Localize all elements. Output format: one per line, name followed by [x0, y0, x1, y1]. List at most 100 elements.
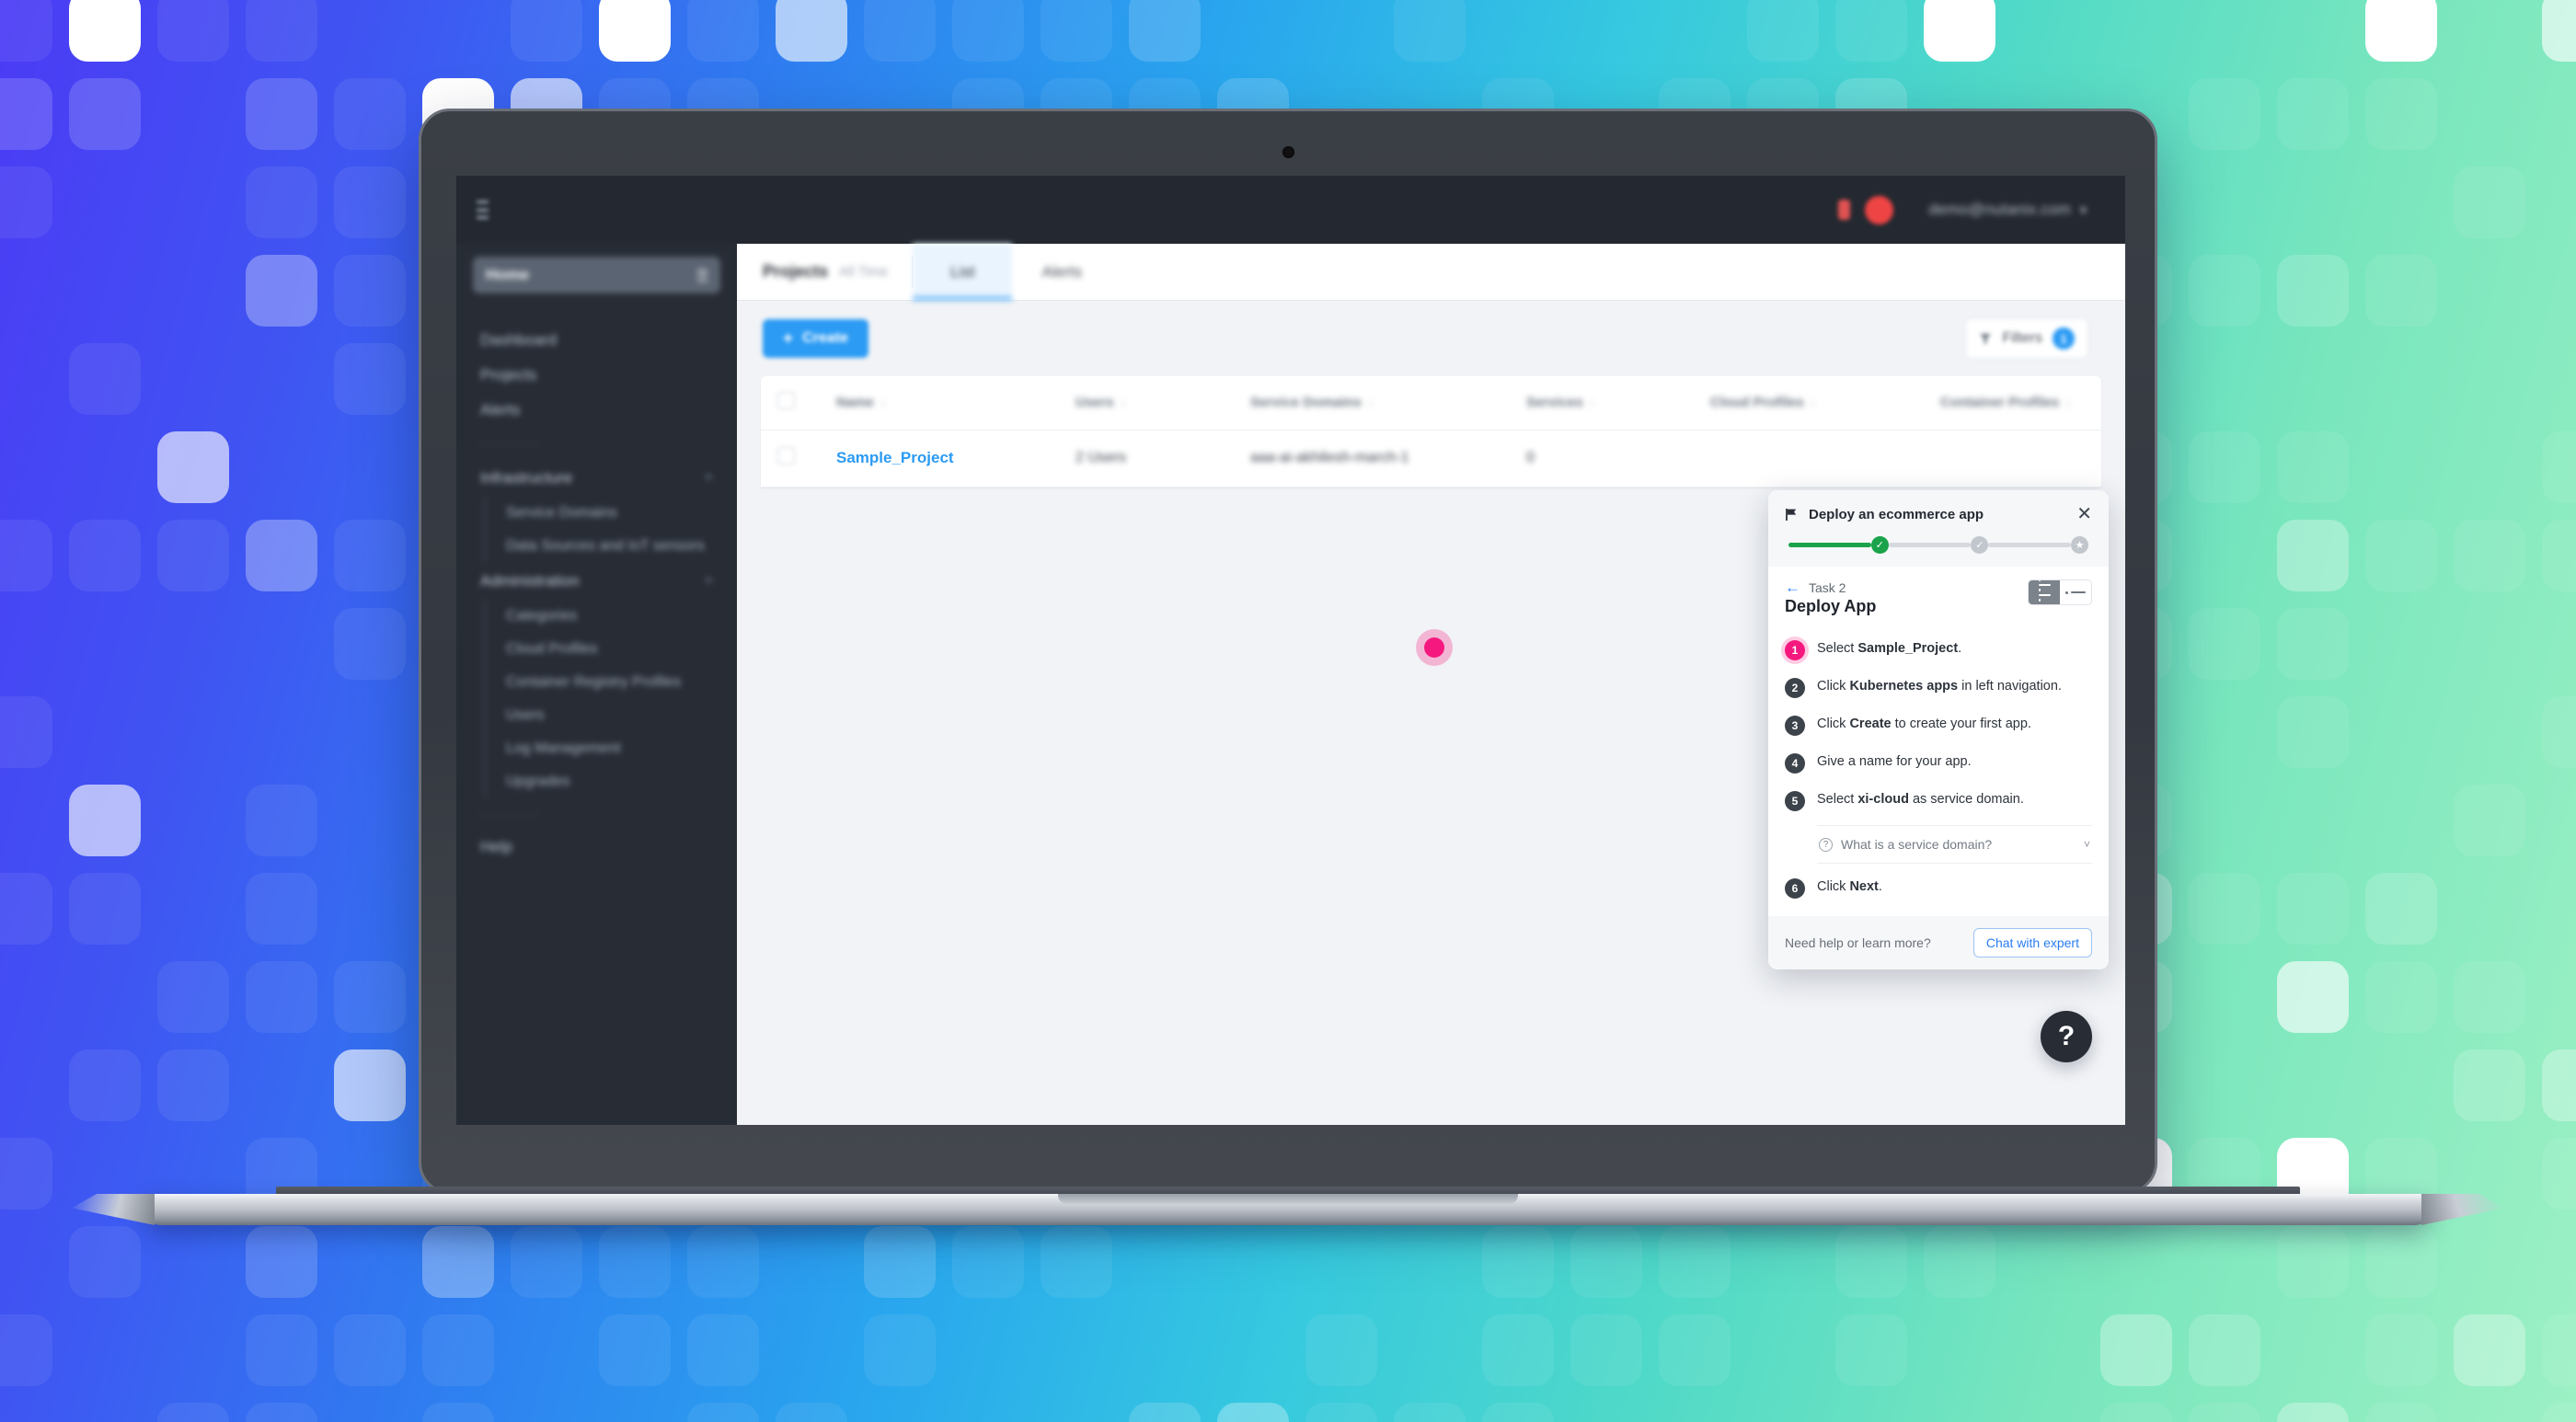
- list-view-glyph: [2038, 580, 2051, 604]
- row-checkbox[interactable]: [777, 447, 795, 464]
- sidebar-item-service-domains[interactable]: Service Domains: [502, 497, 720, 530]
- select-all-checkbox[interactable]: [777, 392, 795, 410]
- background-tile: [246, 1314, 317, 1386]
- column-header-container-profiles[interactable]: Container Profiles ↕: [1924, 376, 2101, 430]
- task-back-row[interactable]: ← Task 2: [1785, 579, 1876, 595]
- background-tile: [334, 343, 406, 415]
- background-tile: [157, 1049, 229, 1121]
- sidebar-item-upgrades[interactable]: Upgrades: [502, 765, 720, 798]
- background-tile: [0, 78, 52, 150]
- guide-step: 4 Give a name for your app.: [1785, 744, 2092, 782]
- select-all-header: [761, 376, 820, 430]
- table-row[interactable]: Sample_Project 2 Users aaa-ai-akhilesh-m…: [761, 430, 2101, 487]
- filters-button[interactable]: Filters 1: [1965, 318, 2088, 359]
- cell-users: 2 Users: [1059, 430, 1234, 487]
- alert-warning-indicator[interactable]: [1838, 200, 1851, 220]
- background-tile: [334, 255, 406, 327]
- chat-with-expert-button[interactable]: Chat with expert: [1972, 928, 2092, 958]
- progress-node-2[interactable]: ✓: [1971, 536, 1989, 554]
- sidebar-item-cloud-profiles[interactable]: Cloud Profiles: [502, 633, 720, 666]
- project-name-link[interactable]: Sample_Project: [836, 449, 954, 466]
- guide-view-toggle: [2028, 579, 2092, 605]
- sidebar-group-administration[interactable]: Administration +: [473, 563, 720, 600]
- sidebar-item-data-sources[interactable]: Data Sources and IoT sensors: [502, 530, 720, 563]
- step-number-badge: 6: [1785, 878, 1805, 899]
- tab-alerts[interactable]: Alerts: [1012, 244, 1111, 300]
- faq-accordion[interactable]: ? What is a service domain? ˅: [1817, 825, 2092, 864]
- plus-icon: +: [704, 573, 713, 589]
- background-tile: [2454, 520, 2525, 591]
- step-text: Select Sample_Project.: [1817, 639, 1961, 659]
- progress-segment-1: [1788, 543, 1871, 547]
- background-tile: [334, 520, 406, 591]
- filters-count-badge: 1: [2053, 327, 2075, 350]
- background-tile: [246, 520, 317, 591]
- compact-view-icon[interactable]: [2060, 580, 2091, 604]
- sidebar-item-dashboard[interactable]: Dashboard: [473, 323, 720, 358]
- filters-button-label: Filters: [2002, 330, 2042, 346]
- progress-node-3[interactable]: ★: [2071, 536, 2089, 554]
- step-text: Click Kubernetes apps in left navigation…: [1817, 677, 2062, 696]
- sort-icon: ↕: [1810, 396, 1816, 410]
- table-head: Name ↕ Users ↕ Service Domains ↕ Service…: [761, 376, 2101, 430]
- alert-critical-indicator[interactable]: [1865, 195, 1894, 224]
- back-arrow-icon: ←: [1785, 579, 1800, 596]
- step-text-bold: xi-cloud: [1857, 792, 1909, 807]
- background-tile: [0, 696, 52, 768]
- page-title: Projects: [763, 262, 829, 281]
- app-body: Home Dashboard Projects Alerts Infrastru…: [456, 244, 2125, 1125]
- faq-question-text: What is a service domain?: [1841, 837, 1993, 852]
- column-header-cloud-profiles[interactable]: Cloud Profiles ↕: [1694, 376, 1924, 430]
- background-tile: [334, 608, 406, 680]
- sidebar-group-label: Administration: [480, 572, 580, 590]
- background-tile: [2542, 1138, 2576, 1210]
- create-button[interactable]: + Create: [763, 319, 868, 358]
- step-text-pre: Select: [1817, 792, 1858, 807]
- user-email-label[interactable]: demo@nutanix.com: [1928, 201, 2071, 219]
- column-label: Name: [836, 395, 874, 411]
- column-header-users[interactable]: Users ↕: [1059, 376, 1234, 430]
- background-tile: [1217, 1403, 1289, 1422]
- guide-step: 6 Click Next.: [1785, 869, 2092, 907]
- background-tile: [2365, 1403, 2437, 1422]
- background-tile: [599, 0, 671, 62]
- column-header-name[interactable]: Name ↕: [820, 376, 1059, 430]
- step-text: Give a name for your app.: [1817, 752, 1972, 772]
- sidebar-item-projects[interactable]: Projects: [473, 358, 720, 393]
- step-text-bold: Kubernetes apps: [1849, 679, 1959, 694]
- close-icon[interactable]: ✕: [2076, 505, 2092, 523]
- table-body: Sample_Project 2 Users aaa-ai-akhilesh-m…: [761, 430, 2101, 487]
- breadcrumb: Projects All Time: [737, 244, 912, 300]
- sidebar-item-alerts[interactable]: Alerts: [473, 393, 720, 428]
- breadcrumb-count: All Time: [839, 264, 889, 280]
- step-number-badge: 2: [1785, 678, 1805, 698]
- background-tile: [1129, 1403, 1201, 1422]
- chevron-down-icon[interactable]: ▾: [2080, 202, 2087, 218]
- tab-list[interactable]: List: [913, 244, 1013, 300]
- help-fab-button[interactable]: ?: [2041, 1011, 2092, 1062]
- step-number-badge: 5: [1785, 791, 1805, 811]
- hamburger-icon[interactable]: [477, 201, 489, 219]
- guide-task-block: ← Task 2 Deploy App: [1785, 579, 1876, 616]
- sidebar-group-infrastructure[interactable]: Infrastructure +: [473, 460, 720, 497]
- column-header-service-domains[interactable]: Service Domains ↕: [1234, 376, 1510, 430]
- guide-steps-list: 1 Select Sample_Project. 2 Click Kuberne…: [1785, 631, 2092, 907]
- progress-node-1[interactable]: ✓: [1870, 536, 1889, 554]
- sidebar-home-selector[interactable]: Home: [473, 257, 720, 293]
- sidebar-item-categories[interactable]: Categories: [502, 600, 720, 633]
- guide-body: ← Task 2 Deploy App 1 Select Sample_Proj…: [1768, 567, 2109, 916]
- sidebar-item-container-registry-profiles[interactable]: Container Registry Profiles: [502, 666, 720, 699]
- step-text-bold: Next: [1849, 879, 1879, 894]
- background-tile: [2277, 696, 2349, 768]
- sidebar-item-users[interactable]: Users: [502, 699, 720, 732]
- background-tile: [2365, 961, 2437, 1033]
- list-view-icon[interactable]: [2029, 580, 2060, 604]
- laptop-camera: [1282, 146, 1294, 158]
- step-text-bold: Create: [1849, 717, 1892, 731]
- sidebar-subgroup-infrastructure: Service Domains Data Sources and IoT sen…: [484, 497, 720, 563]
- column-header-services[interactable]: Services ↕: [1510, 376, 1694, 430]
- onboarding-guide-popup: Deploy an ecommerce app ✕ ✓ ✓ ★ ← Task 2…: [1768, 490, 2109, 969]
- sidebar-item-help[interactable]: Help: [473, 831, 720, 864]
- sidebar-item-log-management[interactable]: Log Management: [502, 732, 720, 765]
- step-number-badge: 1: [1785, 640, 1805, 660]
